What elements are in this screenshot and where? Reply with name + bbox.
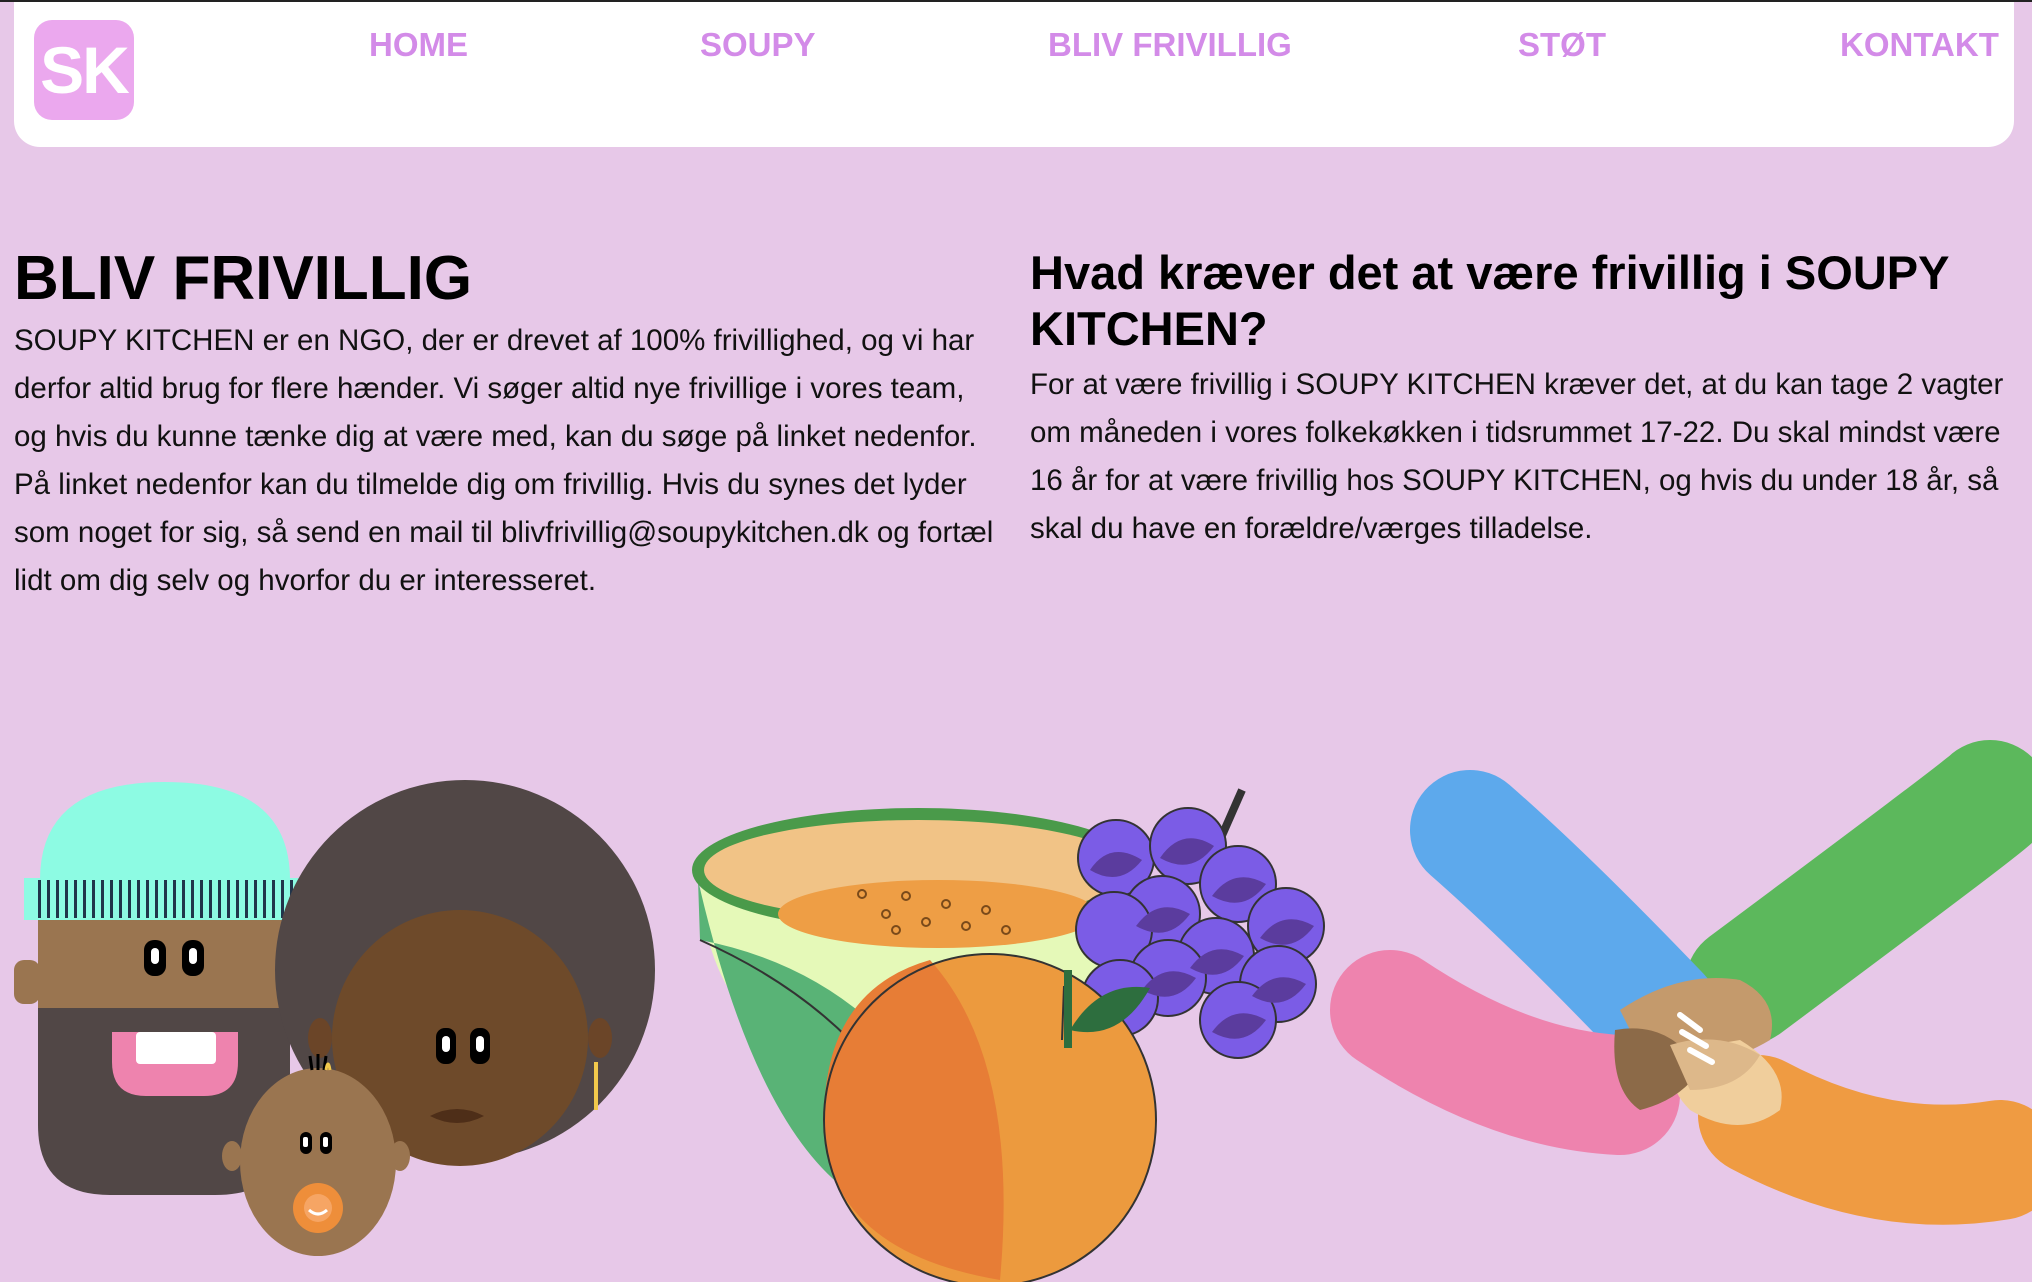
nav-stot[interactable]: STØT <box>1518 26 1606 64</box>
requirements-section: Hvad kræver det at være frivillig i SOUP… <box>1030 245 2010 553</box>
nav-home[interactable]: HOME <box>369 26 468 64</box>
navbar: SK HOME SOUPY BLIV FRIVILLIG STØT KONTAK… <box>14 2 2014 147</box>
nav-kontakt[interactable]: KONTAKT <box>1840 26 1999 64</box>
requirements-text: For at være frivillig i SOUPY KITCHEN kr… <box>1030 368 2004 545</box>
page-title: BLIV FRIVILLIG <box>14 244 473 313</box>
nav-bliv-frivillig[interactable]: BLIV FRIVILLIG <box>1048 26 1292 64</box>
fruit-illustration <box>692 788 1325 1282</box>
intro-text: SOUPY KITCHEN er en NGO, der er drevet a… <box>14 324 994 597</box>
nav-soupy[interactable]: SOUPY <box>700 26 816 64</box>
hands-together-illustration <box>1330 740 2032 1225</box>
volunteer-section: BLIV FRIVILLIG SOUPY KITCHEN er en NGO, … <box>14 245 1004 605</box>
site-logo[interactable]: SK <box>34 20 134 120</box>
family-illustration <box>14 780 655 1256</box>
requirements-heading: Hvad kræver det at være frivillig i SOUP… <box>1030 246 1949 355</box>
